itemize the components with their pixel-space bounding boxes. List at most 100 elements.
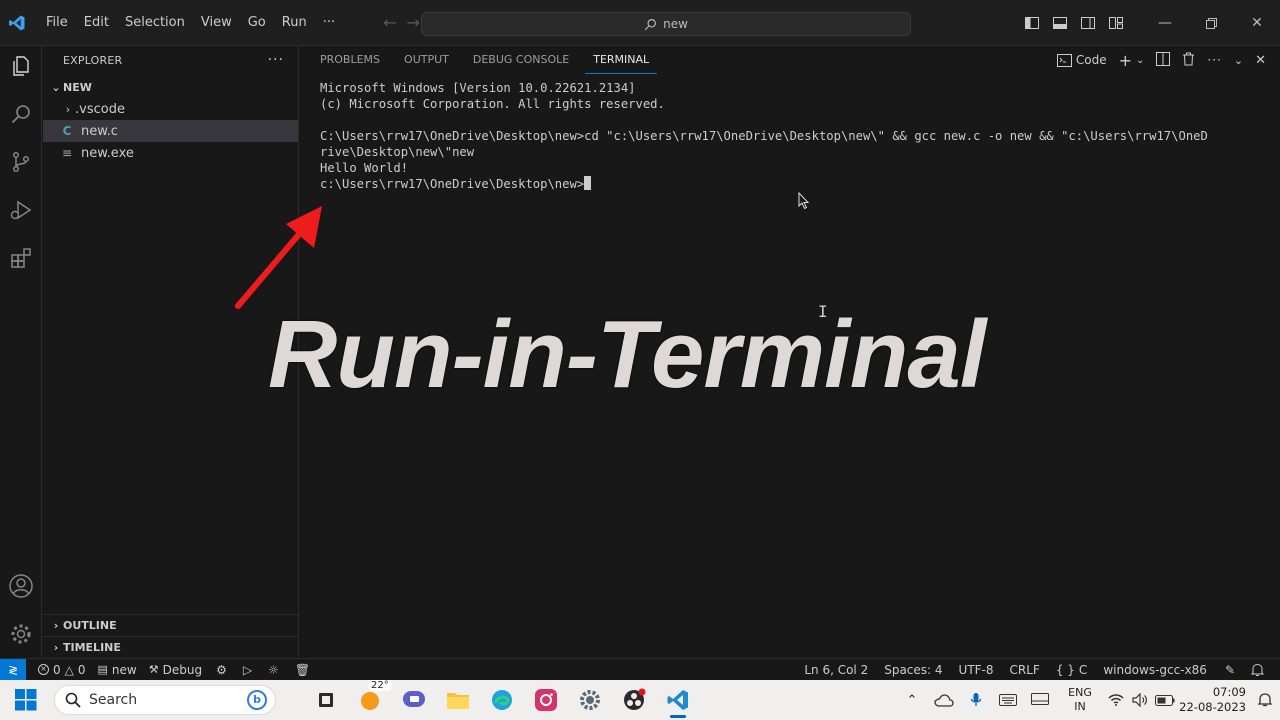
debug-status[interactable]: ⚒ Debug bbox=[143, 659, 208, 681]
end-of-line[interactable]: CRLF bbox=[1004, 659, 1046, 681]
cursor-position[interactable]: Ln 6, Col 2 bbox=[798, 659, 874, 681]
workspace-folder[interactable]: ⌄ NEW bbox=[43, 76, 298, 98]
explorer-icon[interactable] bbox=[5, 50, 37, 82]
taskbar-search[interactable]: Search b bbox=[54, 685, 276, 715]
battery-icon[interactable] bbox=[1152, 680, 1178, 720]
search-icon[interactable] bbox=[5, 98, 37, 130]
instagram-icon[interactable] bbox=[524, 680, 568, 720]
tree-item-vscode[interactable]: › .vscode bbox=[43, 98, 298, 120]
error-count: 0 bbox=[53, 662, 61, 677]
chat-icon[interactable] bbox=[392, 680, 436, 720]
more-actions-icon[interactable]: ··· bbox=[1207, 53, 1221, 67]
microphone-icon[interactable] bbox=[960, 680, 992, 720]
notification-center-icon[interactable] bbox=[1250, 680, 1280, 720]
tree-item-label: new.exe bbox=[81, 145, 134, 161]
workspace-folder-label: NEW bbox=[63, 80, 92, 94]
menu-view[interactable]: View bbox=[193, 10, 240, 36]
forward-arrow-icon[interactable]: → bbox=[407, 13, 420, 32]
terminal-selector[interactable]: Code bbox=[1056, 53, 1107, 67]
tab-problems[interactable]: PROBLEMS bbox=[312, 46, 388, 74]
timeline-section[interactable]: › TIMELINE bbox=[43, 636, 299, 658]
accounts-icon[interactable] bbox=[5, 570, 37, 602]
explorer-title: EXPLORER bbox=[63, 53, 123, 67]
run-debug-icon[interactable] bbox=[5, 194, 37, 226]
braces-icon: { } bbox=[1055, 663, 1075, 677]
file-encoding[interactable]: UTF-8 bbox=[953, 659, 1000, 681]
tree-item-new-exe[interactable]: ≡ new.exe bbox=[43, 142, 298, 164]
tree-item-new-c[interactable]: C new.c bbox=[43, 120, 298, 142]
remote-indicator-icon[interactable]: ≷ bbox=[0, 658, 26, 681]
debug-bug-icon[interactable]: ☼ bbox=[260, 659, 287, 681]
volume-icon[interactable] bbox=[1128, 680, 1152, 720]
source-control-icon[interactable] bbox=[5, 146, 37, 178]
close-icon[interactable]: ✕ bbox=[1234, 0, 1280, 46]
title-bar-controls: — ✕ bbox=[1018, 0, 1280, 46]
onedrive-cloud-icon[interactable] bbox=[928, 680, 960, 720]
new-terminal-icon[interactable]: + bbox=[1119, 51, 1132, 70]
toggle-panel-icon[interactable] bbox=[1046, 9, 1074, 37]
command-center-text: new bbox=[663, 17, 688, 31]
terminal-line: C:\Users\rrw17\OneDrive\Desktop\new>cd "… bbox=[320, 129, 1208, 143]
tab-output[interactable]: OUTPUT bbox=[396, 46, 457, 74]
language-mode[interactable]: { } C bbox=[1050, 659, 1093, 681]
tree-item-label: .vscode bbox=[75, 101, 125, 117]
display-icon[interactable] bbox=[1024, 680, 1056, 720]
customize-layout-icon[interactable] bbox=[1102, 9, 1130, 37]
chevron-down-icon[interactable]: ⌄ bbox=[1136, 55, 1144, 66]
file-manager-icon[interactable] bbox=[304, 680, 348, 720]
vscode-taskbar-icon[interactable] bbox=[656, 680, 700, 720]
terminal-output[interactable]: Microsoft Windows [Version 10.0.22621.21… bbox=[320, 80, 1208, 192]
obs-icon[interactable] bbox=[612, 680, 656, 720]
edge-icon[interactable] bbox=[480, 680, 524, 720]
workspace-status[interactable]: ▤ new bbox=[92, 659, 143, 681]
menu-edit[interactable]: Edit bbox=[76, 10, 117, 36]
taskbar-clock[interactable]: 07:09 22-08-2023 bbox=[1178, 685, 1250, 715]
exe-file-icon: ≡ bbox=[61, 146, 73, 160]
back-arrow-icon[interactable]: ← bbox=[383, 13, 396, 32]
split-terminal-icon[interactable] bbox=[1156, 51, 1171, 69]
windows-start-icon[interactable] bbox=[6, 680, 46, 720]
menu-go[interactable]: Go bbox=[240, 10, 274, 36]
active-app-indicator bbox=[670, 715, 686, 718]
menu-more[interactable]: ··· bbox=[315, 10, 343, 36]
taskbar-search-label: Search bbox=[89, 692, 138, 708]
folder-icon[interactable] bbox=[436, 680, 480, 720]
restore-icon[interactable] bbox=[1188, 0, 1234, 46]
input-language[interactable]: ENG IN bbox=[1056, 686, 1104, 714]
menu-run[interactable]: Run bbox=[274, 10, 315, 36]
close-panel-icon[interactable]: ✕ bbox=[1255, 53, 1266, 68]
chevron-right-icon: › bbox=[53, 619, 59, 632]
extensions-icon[interactable] bbox=[5, 242, 37, 274]
terminal-line: (c) Microsoft Corporation. All rights re… bbox=[320, 97, 665, 111]
terminal-cursor bbox=[584, 176, 592, 190]
wifi-icon[interactable] bbox=[1104, 680, 1128, 720]
outline-section[interactable]: › OUTLINE bbox=[43, 614, 299, 636]
settings-icon[interactable] bbox=[568, 680, 612, 720]
toggle-secondary-sidebar-icon[interactable] bbox=[1074, 9, 1102, 37]
delete-icon[interactable]: 🗑 bbox=[287, 659, 318, 681]
run-play-icon[interactable]: ▷ bbox=[235, 659, 260, 681]
menu-selection[interactable]: Selection bbox=[117, 10, 193, 36]
keyboard-icon[interactable] bbox=[992, 680, 1024, 720]
trash-icon[interactable] bbox=[1182, 52, 1195, 69]
manage-gear-icon[interactable] bbox=[5, 618, 37, 650]
show-hidden-icons-chevron-icon[interactable]: ⌃ bbox=[896, 680, 928, 720]
region-code: IN bbox=[1074, 700, 1086, 713]
toggle-primary-sidebar-icon[interactable] bbox=[1018, 9, 1046, 37]
cpp-configuration[interactable]: windows-gcc-x86 bbox=[1097, 659, 1213, 681]
minimize-icon[interactable]: — bbox=[1142, 0, 1188, 46]
notifications-bell-icon[interactable] bbox=[1245, 659, 1270, 681]
clock-time: 07:09 bbox=[1212, 685, 1246, 699]
terminal-name: Code bbox=[1075, 53, 1107, 67]
maximize-panel-icon[interactable]: ⌄ bbox=[1234, 54, 1243, 67]
indentation[interactable]: Spaces: 4 bbox=[878, 659, 948, 681]
menu-file[interactable]: File bbox=[38, 10, 76, 36]
explorer-more-icon[interactable]: ··· bbox=[268, 52, 284, 68]
weather-icon[interactable]: 22° bbox=[348, 680, 392, 720]
build-gear-icon[interactable]: ⚙ bbox=[208, 659, 235, 681]
command-center-search[interactable]: new bbox=[421, 12, 911, 36]
problems-status[interactable]: × 0 △ 0 bbox=[32, 659, 92, 681]
feedback-icon[interactable]: ✎ bbox=[1219, 659, 1241, 681]
tab-terminal[interactable]: TERMINAL bbox=[585, 46, 658, 74]
tab-debug-console[interactable]: DEBUG CONSOLE bbox=[465, 46, 577, 74]
